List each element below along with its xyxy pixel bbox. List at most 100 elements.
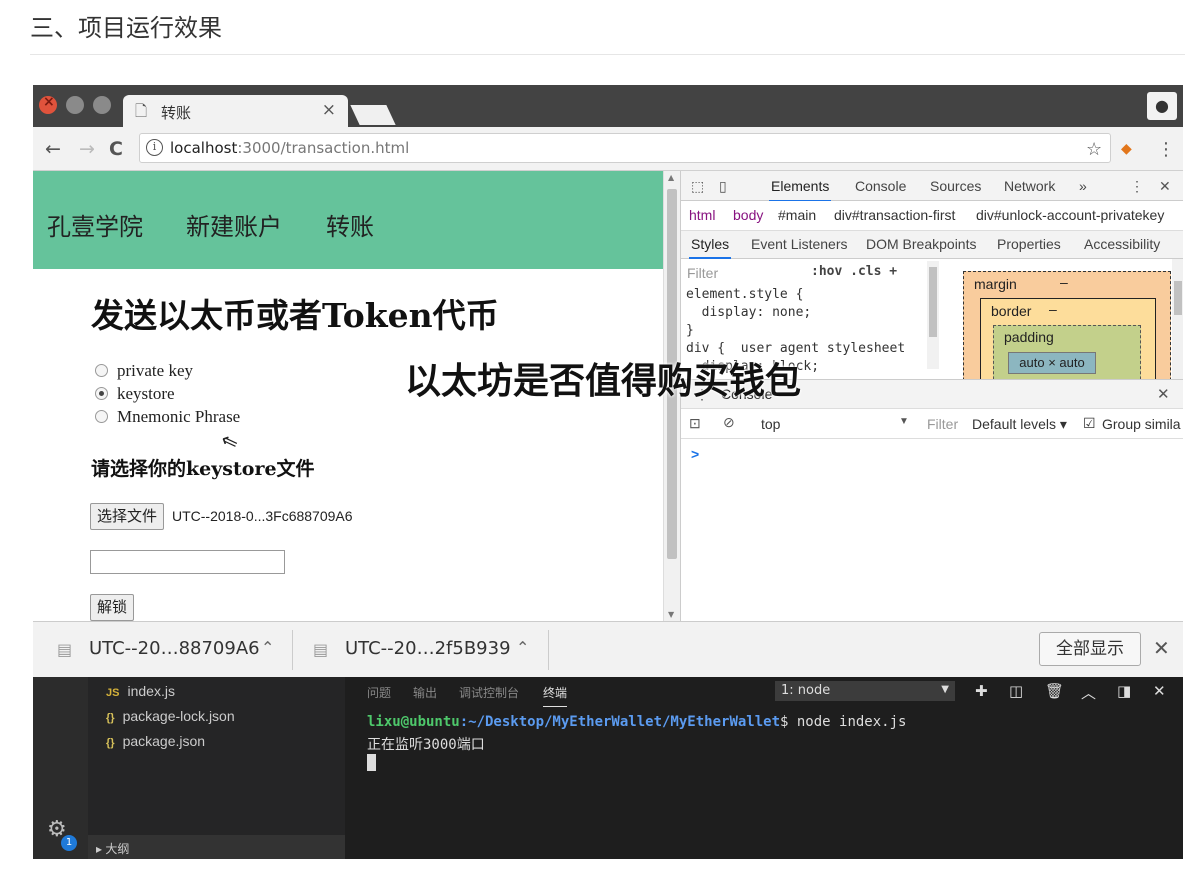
downloads-bar: ▤ UTC--20…88709A6 ⌃ ▤ UTC--20…2f5B939 ⌃ …: [33, 621, 1183, 677]
download-item-1[interactable]: UTC--20…88709A6: [89, 638, 260, 659]
unlock-button[interactable]: 解锁: [90, 594, 135, 621]
clear-console-icon[interactable]: ⊘: [723, 414, 735, 431]
breadcrumb-text: body: [733, 207, 764, 223]
tab-console[interactable]: Console: [855, 178, 906, 194]
selected-file-name: UTC--2018-0...3Fc688709A6: [172, 508, 353, 524]
subtab-properties[interactable]: Properties: [997, 236, 1061, 252]
radio-keystore[interactable]: keystore: [95, 384, 175, 406]
radio-private-key[interactable]: private key: [95, 361, 193, 383]
device-toggle-icon[interactable]: ▯: [719, 178, 727, 195]
new-tab-button[interactable]: [350, 105, 396, 125]
scrollbar-thumb[interactable]: [929, 267, 937, 337]
console-filter-input[interactable]: Filter: [927, 416, 958, 432]
downloads-close-icon[interactable]: ✕: [1153, 636, 1170, 660]
box-model-padding: padding auto × auto: [993, 325, 1141, 379]
box-model-scrollbar[interactable]: [1172, 259, 1183, 379]
group-checkbox[interactable]: ☑: [1083, 415, 1096, 432]
panel-tabs: 问题 输出 调试控制台 终端 1: node ▼ ✚ ◫ 🗑 ︿ ◨ ✕: [345, 677, 1183, 707]
tab-title: 转账: [161, 104, 192, 122]
split-terminal-icon[interactable]: ◫: [1009, 682, 1023, 700]
file-item[interactable]: {} package.json: [106, 733, 205, 749]
console-prompt[interactable]: >: [691, 446, 699, 462]
forward-icon[interactable]: →: [79, 138, 95, 160]
breadcrumb-item[interactable]: div#unlock-account-privatekey: [976, 207, 1164, 223]
file-item[interactable]: JS index.js: [106, 683, 175, 699]
tab-close-icon[interactable]: ×: [322, 100, 336, 120]
tab-elements[interactable]: Elements: [768, 178, 832, 202]
subtab-dom-breakpoints[interactable]: DOM Breakpoints: [866, 236, 976, 252]
url-input[interactable]: i localhost:3000/transaction.html: [139, 133, 1111, 163]
metamask-icon[interactable]: ◆: [1121, 141, 1132, 157]
reload-icon[interactable]: C: [109, 138, 123, 160]
tab-network[interactable]: Network: [1004, 178, 1055, 194]
outline-section[interactable]: ▸ 大纲: [88, 835, 345, 859]
nav-link-transfer[interactable]: 转账: [326, 207, 374, 242]
sidebar-toggle-icon[interactable]: ⊡: [689, 415, 701, 432]
subtab-styles[interactable]: Styles: [688, 236, 732, 259]
padding-label: padding: [1004, 329, 1054, 345]
nav-link-home[interactable]: 孔壹学院: [47, 207, 143, 242]
new-terminal-icon[interactable]: ✚: [975, 682, 988, 700]
breadcrumb-item[interactable]: div#transaction-first: [834, 207, 955, 223]
drawer-close-icon[interactable]: ✕: [1157, 385, 1170, 403]
tab-sources[interactable]: Sources: [930, 178, 981, 194]
breadcrumb-item[interactable]: #main: [778, 207, 816, 223]
border-label: border: [991, 303, 1032, 319]
chevron-up-icon[interactable]: ︿: [1081, 682, 1096, 703]
tab-problems[interactable]: 问题: [367, 684, 391, 701]
more-tabs-button[interactable]: »: [1079, 178, 1087, 194]
context-caret-icon[interactable]: ▼: [899, 416, 909, 427]
breadcrumb-item[interactable]: body: [733, 207, 763, 223]
box-model: margin – border – padding auto × auto: [943, 259, 1183, 379]
log-levels-select[interactable]: Default levels ▾: [972, 416, 1067, 433]
info-icon[interactable]: i: [146, 139, 163, 156]
window-close-button[interactable]: [39, 94, 57, 114]
inspect-icon[interactable]: ⬚: [691, 178, 704, 195]
scrollbar-thumb[interactable]: [1174, 281, 1182, 315]
menu-icon[interactable]: ⋮: [1157, 139, 1175, 160]
choose-file-button[interactable]: 选择文件: [90, 503, 165, 530]
chevron-up-icon[interactable]: ⌃: [516, 638, 529, 657]
devtools-menu-icon[interactable]: ⋮: [1130, 178, 1144, 195]
window-minimize-button[interactable]: [66, 96, 84, 114]
json-file-icon: {}: [106, 737, 115, 749]
breadcrumb-text: html: [689, 207, 716, 223]
scroll-up-icon[interactable]: ▲: [668, 173, 674, 182]
show-all-button[interactable]: 全部显示: [1039, 632, 1141, 666]
radio-button[interactable]: [95, 410, 108, 423]
scroll-down-icon[interactable]: ▼: [668, 610, 674, 619]
download-item-2[interactable]: UTC--20…2f5B939: [345, 638, 511, 659]
terminal-panel: 问题 输出 调试控制台 终端 1: node ▼ ✚ ◫ 🗑 ︿ ◨ ✕ lixu…: [345, 677, 1183, 859]
tab-debug-console[interactable]: 调试控制台: [459, 684, 519, 701]
watermark-text: 以太坊是否值得购买钱包: [405, 361, 802, 402]
styles-filter-input[interactable]: Filter: [687, 265, 718, 281]
trash-icon[interactable]: 🗑: [1045, 682, 1064, 700]
password-input[interactable]: [90, 550, 285, 574]
radio-mnemonic[interactable]: Mnemonic Phrase: [95, 407, 240, 429]
subtab-event-listeners[interactable]: Event Listeners: [751, 236, 848, 252]
chevron-up-icon[interactable]: ⌃: [261, 638, 274, 657]
context-select[interactable]: top: [761, 416, 780, 432]
bookmark-star-icon[interactable]: ☆: [1086, 139, 1102, 160]
browser-tab[interactable]: 🗋 转账 ×: [123, 95, 348, 127]
radio-button-checked[interactable]: [95, 387, 108, 400]
terminal-select[interactable]: 1: node ▼: [775, 681, 955, 701]
window-maximize-button[interactable]: [93, 96, 111, 114]
file-name: index.js: [127, 683, 175, 699]
hov-cls-buttons[interactable]: :hov .cls +: [811, 264, 897, 279]
tab-terminal[interactable]: 终端: [543, 684, 568, 707]
profile-icon[interactable]: ●: [1147, 92, 1177, 120]
radio-button[interactable]: [95, 364, 108, 377]
back-icon[interactable]: ←: [45, 138, 61, 160]
terminal-cursor: [367, 754, 376, 771]
tab-output[interactable]: 输出: [413, 684, 437, 701]
styles-subtabs: Styles Event Listeners DOM Breakpoints P…: [681, 231, 1183, 259]
breadcrumb-item[interactable]: html: [689, 207, 715, 223]
close-panel-icon[interactable]: ✕: [1153, 682, 1166, 700]
styles-scrollbar[interactable]: [927, 261, 939, 369]
maximize-panel-icon[interactable]: ◨: [1117, 682, 1131, 700]
file-item[interactable]: {} package-lock.json: [106, 708, 235, 724]
subtab-accessibility[interactable]: Accessibility: [1084, 236, 1160, 252]
devtools-close-icon[interactable]: ✕: [1159, 178, 1171, 195]
nav-link-new-account[interactable]: 新建账户: [186, 207, 282, 242]
